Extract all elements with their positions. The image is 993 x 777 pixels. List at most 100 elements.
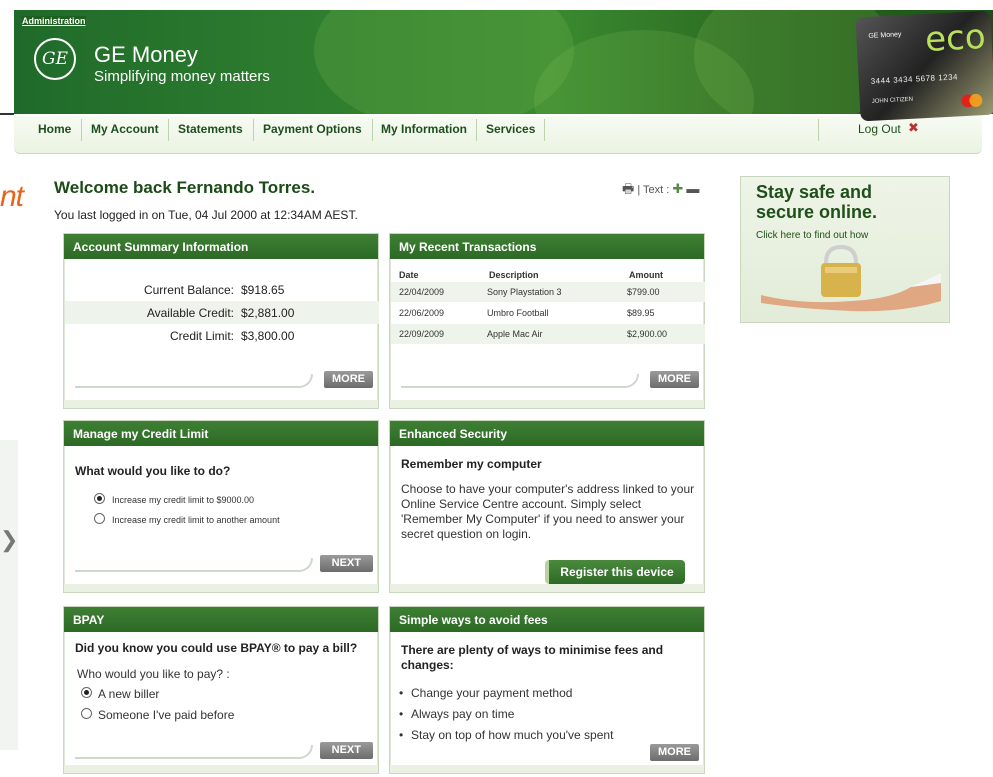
nav-services[interactable]: Services bbox=[486, 122, 535, 136]
table-row[interactable]: 22/04/2009 Sony Playstation 3 $799.00 bbox=[391, 282, 705, 302]
decrease-text-icon[interactable]: ▬ bbox=[686, 181, 699, 196]
credit-limit-question: What would you like to do? bbox=[75, 464, 231, 478]
more-button[interactable]: MORE bbox=[650, 744, 699, 761]
decorative-curve bbox=[401, 374, 639, 388]
panel-title: Simple ways to avoid fees bbox=[390, 607, 704, 632]
radio-increase-other[interactable] bbox=[94, 513, 105, 524]
nav-separator bbox=[818, 119, 819, 141]
nav-separator bbox=[544, 119, 545, 141]
panel-title: Manage my Credit Limit bbox=[64, 421, 378, 446]
nav-separator bbox=[81, 119, 82, 141]
radio-increase-9000[interactable] bbox=[94, 493, 105, 504]
security-ad-banner[interactable]: Stay safe and secure online. Click here … bbox=[740, 176, 950, 323]
nav-my-information[interactable]: My Information bbox=[381, 122, 467, 136]
bpay-prompt: Who would you like to pay? : bbox=[77, 667, 230, 681]
more-button[interactable]: MORE bbox=[324, 371, 373, 388]
decorative-curve bbox=[75, 374, 313, 388]
card-brand: GE Money bbox=[868, 31, 902, 40]
nav-home[interactable]: Home bbox=[38, 122, 71, 136]
bpay-question: Did you know you could use BPAY® to pay … bbox=[75, 641, 358, 655]
panel-title: Enhanced Security bbox=[390, 421, 704, 446]
print-icon[interactable]: 🖶 bbox=[622, 181, 634, 196]
ge-logo[interactable]: GE bbox=[34, 38, 76, 80]
cut-off-heading: nt bbox=[0, 180, 24, 213]
arrow-icon: ❯ bbox=[0, 527, 19, 552]
close-icon[interactable]: ✖ bbox=[908, 120, 919, 136]
option-label[interactable]: Someone I've paid before bbox=[98, 708, 234, 722]
account-summary-panel: Account Summary Information Current Bala… bbox=[63, 233, 379, 409]
column-header: Date bbox=[399, 270, 419, 280]
balance-row: Available Credit: $2,881.00 bbox=[65, 301, 379, 324]
transaction-amount: $2,900.00 bbox=[627, 329, 668, 339]
nav-separator bbox=[372, 119, 373, 141]
padlock-hand-icon bbox=[761, 244, 941, 312]
transaction-amount: $89.95 bbox=[627, 308, 655, 318]
table-row[interactable]: 22/09/2009 Apple Mac Air $2,900.00 bbox=[391, 324, 705, 344]
decorative-curve bbox=[75, 558, 313, 572]
nav-separator bbox=[253, 119, 254, 141]
balance-label: Current Balance: bbox=[143, 283, 234, 297]
register-device-button[interactable]: Register this device bbox=[545, 560, 685, 584]
bpay-panel: BPAY Did you know you could use BPAY® to… bbox=[63, 606, 379, 774]
increase-text-icon[interactable]: ✚ bbox=[672, 181, 683, 196]
transaction-description: Sony Playstation 3 bbox=[487, 287, 562, 297]
balance-value: $3,800.00 bbox=[241, 329, 295, 343]
list-item: Always pay on time bbox=[399, 707, 514, 721]
panel-body: What would you like to do? Increase my c… bbox=[64, 446, 378, 584]
mastercard-logo bbox=[961, 93, 983, 108]
next-button[interactable]: NEXT bbox=[319, 742, 373, 759]
panel-body: Current Balance: $918.65 Available Credi… bbox=[64, 259, 379, 400]
screen: { "header": { "admin_link": "Administrat… bbox=[0, 0, 993, 777]
text-size-label: | Text : bbox=[637, 184, 670, 196]
card-holder: JOHN CITIZEN bbox=[871, 96, 914, 105]
avoid-fees-panel: Simple ways to avoid fees There are plen… bbox=[389, 606, 705, 774]
page-tools: 🖶 | Text : ✚ ▬ bbox=[622, 180, 699, 202]
panel-body: Remember my computer Choose to have your… bbox=[390, 446, 704, 584]
option-label[interactable]: A new biller bbox=[98, 687, 159, 701]
transaction-date: 22/04/2009 bbox=[399, 287, 445, 297]
nav-payment-options[interactable]: Payment Options bbox=[263, 122, 362, 136]
main-nav: Home My Account Statements Payment Optio… bbox=[14, 116, 982, 154]
column-header: Description bbox=[489, 270, 539, 280]
card-number: 3444 3434 5678 1234 bbox=[870, 72, 959, 86]
next-button[interactable]: NEXT bbox=[319, 555, 373, 572]
option-label[interactable]: Increase my credit limit to another amou… bbox=[112, 515, 280, 525]
transaction-date: 22/06/2009 bbox=[399, 308, 445, 318]
recent-transactions-panel: My Recent Transactions Date Description … bbox=[389, 233, 705, 409]
radio-paid-before[interactable] bbox=[81, 708, 92, 719]
divider bbox=[0, 113, 14, 115]
transaction-description: Apple Mac Air bbox=[487, 329, 543, 339]
brand-tagline: Simplifying money matters bbox=[94, 68, 270, 85]
panel-body: Date Description Amount 22/04/2009 Sony … bbox=[390, 259, 705, 400]
column-header: Amount bbox=[629, 270, 663, 280]
logout-link[interactable]: Log Out bbox=[858, 122, 901, 136]
ad-link[interactable]: Click here to find out how bbox=[756, 230, 868, 241]
fees-intro: There are plenty of ways to minimise fee… bbox=[401, 643, 664, 672]
security-description: Choose to have your computer's address l… bbox=[401, 482, 695, 541]
nav-my-account[interactable]: My Account bbox=[91, 122, 159, 136]
administration-link[interactable]: Administration bbox=[22, 16, 86, 26]
nav-separator bbox=[476, 119, 477, 141]
balance-label: Credit Limit: bbox=[169, 329, 234, 343]
radio-new-biller[interactable] bbox=[81, 687, 92, 698]
card-product: eco bbox=[924, 16, 987, 60]
balance-value: $2,881.00 bbox=[241, 306, 295, 320]
cut-off-panel bbox=[0, 440, 18, 750]
transaction-amount: $799.00 bbox=[627, 287, 660, 297]
brand-name: GE Money bbox=[94, 42, 198, 67]
credit-limit-panel: Manage my Credit Limit What would you li… bbox=[63, 420, 379, 593]
balance-value: $918.65 bbox=[241, 283, 285, 297]
decorative-curve bbox=[75, 745, 313, 759]
nav-separator bbox=[168, 119, 169, 141]
table-row[interactable]: 22/06/2009 Umbro Football $89.95 bbox=[391, 303, 705, 323]
panel-title: My Recent Transactions bbox=[390, 234, 704, 259]
more-button[interactable]: MORE bbox=[650, 371, 699, 388]
last-login-text: You last logged in on Tue, 04 Jul 2000 a… bbox=[54, 208, 358, 222]
list-item: Stay on top of how much you've spent bbox=[399, 728, 613, 742]
panel-body: Did you know you could use BPAY® to pay … bbox=[64, 632, 378, 765]
page-title: Welcome back Fernando Torres. bbox=[54, 178, 316, 197]
nav-statements[interactable]: Statements bbox=[178, 122, 243, 136]
transaction-date: 22/09/2009 bbox=[399, 329, 445, 339]
option-label[interactable]: Increase my credit limit to $9000.00 bbox=[112, 495, 254, 505]
enhanced-security-panel: Enhanced Security Remember my computer C… bbox=[389, 420, 705, 593]
